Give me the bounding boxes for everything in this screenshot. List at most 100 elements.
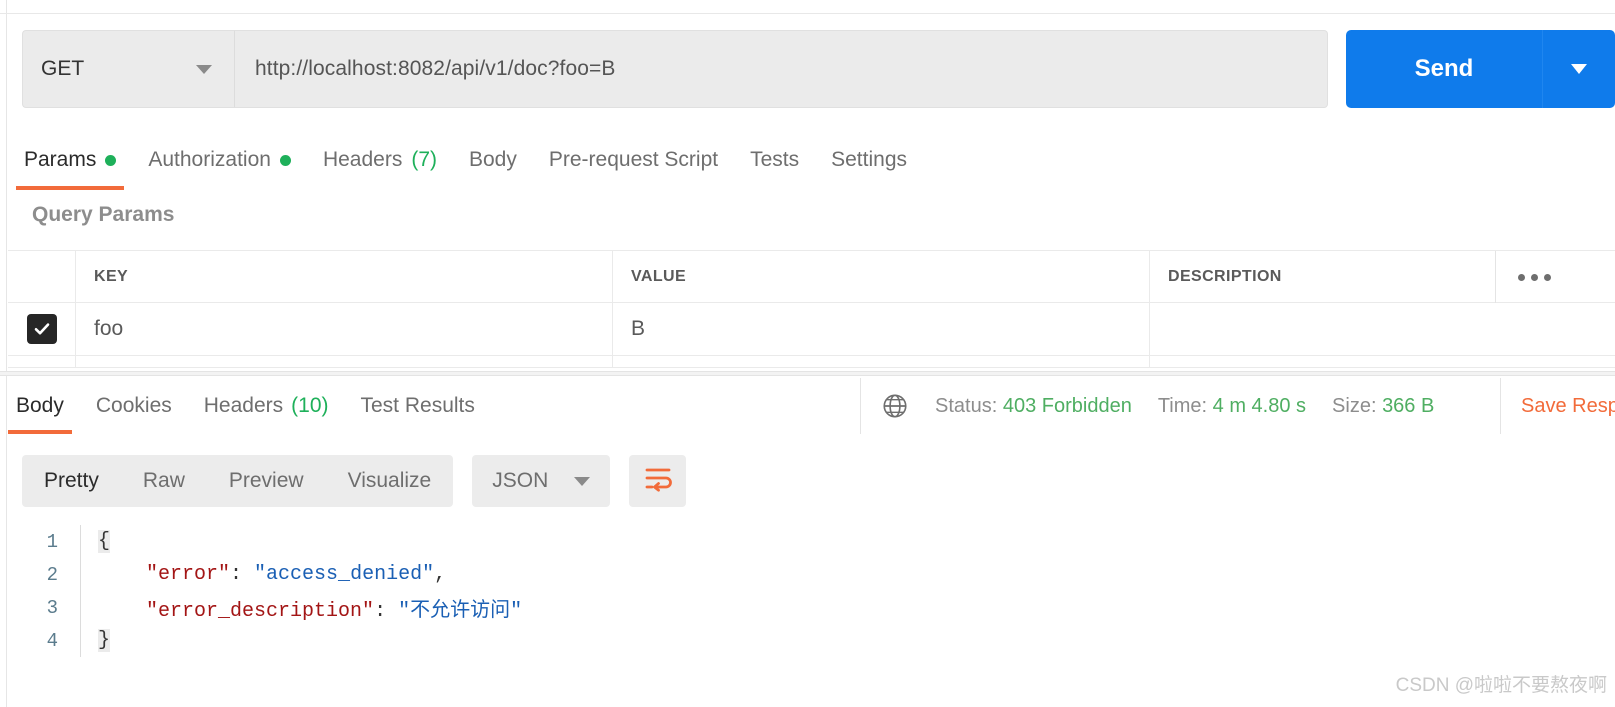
response-format-label: JSON [492,469,549,492]
top-divider [0,13,1615,14]
response-tab-body-label: Body [16,394,64,417]
send-button-group: Send [1346,30,1615,108]
response-body-code[interactable]: 1 { 2 "error": "access_denied", 3 "error… [22,525,1422,657]
tab-tests-label: Tests [750,148,800,171]
send-options-button[interactable] [1543,30,1615,108]
column-header-description: DESCRIPTION [1168,267,1282,285]
params-modified-dot-icon [105,154,117,166]
code-fold-gutter [80,558,88,591]
status-label: Status: [935,394,998,417]
json-key: "error_description" [146,599,375,623]
save-response-button[interactable]: Save Response [1500,378,1615,434]
row-value-value: B [631,317,646,340]
json-colon: : [374,599,399,623]
url-input[interactable]: http://localhost:8082/api/v1/doc?foo=B [234,30,1328,108]
code-line-text: { [98,530,111,553]
json-string: "不允许访问" [398,599,523,623]
column-header-value: VALUE [631,267,687,285]
code-line-text: "error": "access_denied", [88,563,446,586]
view-mode-pretty[interactable]: Pretty [22,469,121,493]
table-row[interactable]: foo B [8,303,1615,356]
view-mode-segmented-control: Pretty Raw Preview Visualize [22,455,454,507]
postman-request-response-view: GET http://localhost:8082/api/v1/doc?foo… [0,0,1615,707]
json-colon: : [230,563,255,586]
tab-params-label: Params [24,148,97,171]
size-value: 366 B [1382,394,1435,417]
chevron-down-icon [196,64,212,74]
tab-pre-request-script-label: Pre-request Script [548,148,719,171]
code-line: 1 { [22,525,1422,558]
tab-headers-label: Headers [322,148,403,171]
json-string: "access_denied" [254,563,435,586]
response-meta-bar: Status: 403 Forbidden Time: 4 m 4.80 s S… [860,378,1434,434]
http-method-label: GET [41,57,85,80]
http-method-select[interactable]: GET [22,30,234,108]
table-row-empty[interactable] [8,356,1615,368]
code-fold-gutter [80,624,88,657]
line-number: 3 [46,596,58,619]
authorization-modified-dot-icon [279,154,291,166]
row-enabled-checkbox[interactable] [26,314,57,344]
tab-pre-request-script[interactable]: Pre-request Script [533,130,734,190]
globe-icon [881,392,909,420]
column-header-key: KEY [94,267,129,285]
view-mode-visualize[interactable]: Visualize [326,469,454,493]
response-tab-headers-count: (10) [291,394,329,417]
chevron-down-icon [1571,64,1587,74]
query-params-title: Query Params [32,203,175,226]
send-button[interactable]: Send [1346,30,1543,108]
word-wrap-toggle-button[interactable] [629,455,687,507]
code-line: 2 "error": "access_denied", [22,558,1422,591]
view-mode-preview[interactable]: Preview [207,469,326,493]
left-edge-divider [0,0,7,707]
time-label: Time: [1157,394,1208,417]
size-info[interactable]: Size: 366 B [1332,395,1434,418]
response-tab-headers-label: Headers [203,394,284,417]
response-tab-test-results-label: Test Results [360,394,475,417]
response-tab-headers[interactable]: Headers (10) [188,378,345,434]
url-input-value: http://localhost:8082/api/v1/doc?foo=B [255,57,616,80]
response-tab-body[interactable]: Body [0,378,80,434]
tab-params[interactable]: Params [8,130,132,190]
status-value: 403 Forbidden [1002,394,1132,417]
json-key: "error" [146,563,231,586]
code-line: 4 } [22,624,1422,657]
time-value: 4 m 4.80 s [1212,394,1307,417]
response-format-select[interactable]: JSON [472,455,611,507]
response-panel-divider[interactable] [0,371,1615,376]
code-line-text: } [98,629,111,652]
tab-tests[interactable]: Tests [734,130,815,190]
code-fold-gutter [80,525,88,558]
query-params-table: KEY VALUE DESCRIPTION foo B [8,250,1615,368]
row-key-value: foo [94,317,124,340]
response-tab-cookies-label: Cookies [95,394,172,417]
response-tabs: Body Cookies Headers (10) Test Results [0,378,860,434]
bulk-edit-menu-button[interactable] [1495,251,1615,303]
chevron-down-icon [574,476,591,486]
response-tab-test-results[interactable]: Test Results [345,378,491,434]
line-number: 1 [46,530,58,553]
tab-body-label: Body [469,148,517,171]
view-mode-raw[interactable]: Raw [121,469,207,493]
line-number: 2 [46,563,58,586]
tab-settings[interactable]: Settings [815,130,923,190]
ellipsis-icon [1518,273,1551,281]
word-wrap-icon [644,466,672,497]
json-comma: , [434,563,447,586]
line-number: 4 [46,629,58,652]
url-bar: GET http://localhost:8082/api/v1/doc?foo… [22,30,1328,108]
tab-settings-label: Settings [831,148,908,171]
response-view-toolbar: Pretty Raw Preview Visualize JSON [22,455,687,507]
code-fold-gutter [80,591,88,624]
tab-headers[interactable]: Headers (7) [307,130,453,190]
tab-authorization-label: Authorization [148,148,271,171]
tab-body[interactable]: Body [453,130,533,190]
time-info[interactable]: Time: 4 m 4.80 s [1158,395,1306,418]
request-tabs: Params Authorization Headers (7) Body Pr… [8,130,1615,190]
watermark: CSDN @啦啦不要熬夜啊 [1395,675,1607,696]
response-tab-cookies[interactable]: Cookies [80,378,188,434]
table-header-row: KEY VALUE DESCRIPTION [8,251,1615,303]
tab-authorization[interactable]: Authorization [132,130,307,190]
code-line: 3 "error_description": "不允许访问" [22,591,1422,624]
status-info[interactable]: Status: 403 Forbidden [935,395,1132,418]
